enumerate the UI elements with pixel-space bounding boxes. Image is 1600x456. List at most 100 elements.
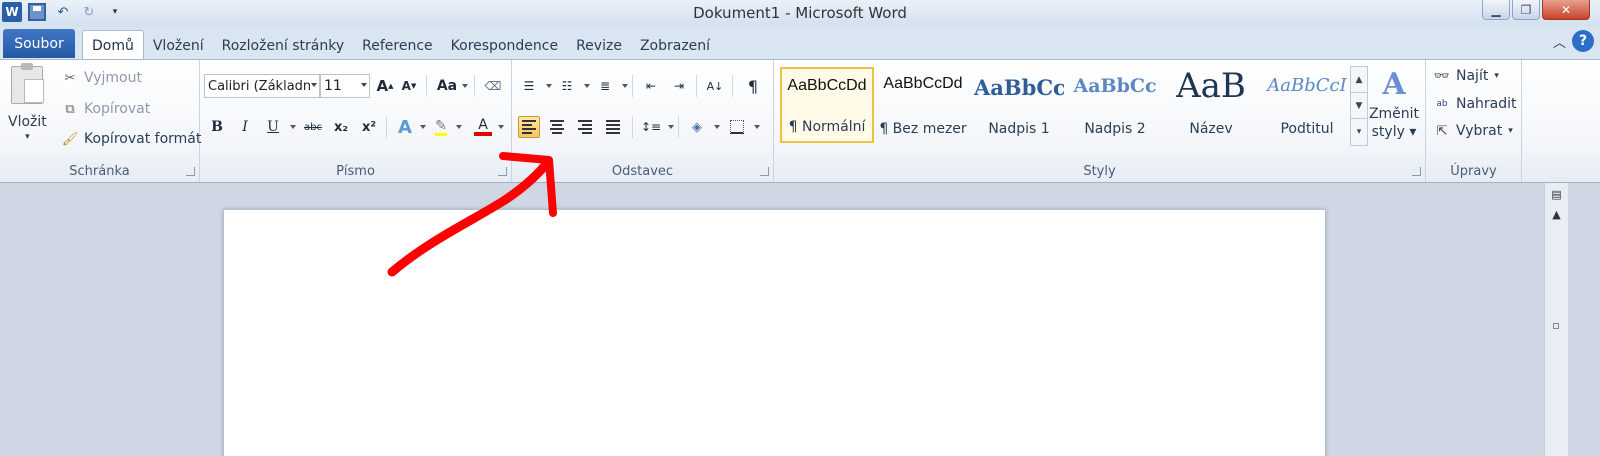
justify-button[interactable] xyxy=(602,116,624,138)
tab-review[interactable]: Revize xyxy=(567,32,631,60)
align-center-button[interactable] xyxy=(546,116,568,138)
font-color-swatch xyxy=(474,132,492,136)
eraser-icon: ⌫ xyxy=(484,79,502,93)
font-group-label: Písmo xyxy=(336,164,375,179)
help-button[interactable]: ? xyxy=(1572,30,1594,52)
change-styles-icon: A xyxy=(1382,67,1406,102)
replace-label: Nahradit xyxy=(1456,96,1517,112)
text-effects-button[interactable]: A xyxy=(394,116,416,138)
change-styles-button[interactable]: A Změnit styly ▾ xyxy=(1368,67,1420,141)
justify-icon xyxy=(606,120,620,134)
decrease-indent-button[interactable]: ⇤ xyxy=(640,75,662,97)
scroll-thumb[interactable] xyxy=(1553,323,1559,329)
shading-button[interactable]: ◈ xyxy=(686,116,708,138)
font-family-select[interactable]: Calibri (Základn xyxy=(204,74,320,98)
show-formatting-button[interactable]: ¶ xyxy=(742,75,764,97)
paragraph-group: ☰ ☷ ≣ ⇤ ⇥ A↓ ¶ ↕≡ ◈ Odstavec xyxy=(512,60,774,182)
increase-indent-icon: ⇥ xyxy=(673,79,685,93)
bold-button[interactable]: B xyxy=(206,116,228,138)
align-left-icon xyxy=(522,120,536,134)
copy-button[interactable]: ⧉ Kopírovat xyxy=(62,101,150,117)
restore-button[interactable]: ❐ xyxy=(1512,0,1540,20)
subscript-button[interactable]: x₂ xyxy=(330,116,352,138)
font-color-button[interactable]: A xyxy=(472,116,494,138)
tab-mailings[interactable]: Korespondence xyxy=(442,32,567,60)
replace-icon: ab xyxy=(1436,99,1448,109)
subscript-label: x₂ xyxy=(333,119,349,135)
line-spacing-button[interactable]: ↕≡ xyxy=(640,116,662,138)
ruler-toggle-icon[interactable]: ▤ xyxy=(1547,185,1567,203)
tab-view[interactable]: Zobrazení xyxy=(631,32,719,60)
window-controls: ▁ ❐ ✕ xyxy=(1482,0,1590,20)
chevron-down-icon: ▾ xyxy=(25,132,30,142)
minimize-button[interactable]: ▁ xyxy=(1482,0,1510,20)
ribbon-tabs: Soubor Domů Vložení Rozložení stránky Re… xyxy=(0,26,1600,61)
style-name: Název xyxy=(1189,121,1233,137)
style-preview: AaBbCc xyxy=(1073,75,1157,97)
style-no-spacing[interactable]: AaBbCcDd ¶ Bez mezer xyxy=(876,67,970,143)
superscript-label: x² xyxy=(361,119,377,135)
close-button[interactable]: ✕ xyxy=(1542,0,1590,20)
increase-indent-button[interactable]: ⇥ xyxy=(668,75,690,97)
grow-font-button[interactable]: A ▲ xyxy=(374,75,396,97)
minimize-ribbon-icon[interactable]: ︿ xyxy=(1553,32,1566,51)
style-preview: AaBbCc xyxy=(974,75,1064,100)
font-launcher-icon[interactable] xyxy=(498,167,507,176)
style-title[interactable]: AaB Název xyxy=(1164,67,1258,143)
copy-label: Kopírovat xyxy=(84,101,151,117)
borders-button[interactable] xyxy=(726,116,748,138)
clear-formatting-button[interactable]: ⌫ xyxy=(482,75,504,97)
tab-home[interactable]: Domů xyxy=(82,30,144,61)
bullets-button[interactable]: ☰ xyxy=(518,75,540,97)
right-margin xyxy=(1568,183,1600,456)
align-left-button[interactable] xyxy=(518,116,540,138)
tab-page-layout[interactable]: Rozložení stránky xyxy=(213,32,354,60)
title-bar: W ↶ ↻ ▾ Dokument1 - Microsoft Word ▁ ❐ ✕ xyxy=(0,0,1600,26)
tab-references[interactable]: Reference xyxy=(353,32,442,60)
underline-button[interactable]: U xyxy=(262,116,284,138)
sort-icon: A↓ xyxy=(706,79,724,93)
bold-label: B xyxy=(211,119,223,135)
gallery-more-button[interactable]: ▾ xyxy=(1351,119,1367,145)
sort-button[interactable]: A↓ xyxy=(704,75,726,97)
tab-insert[interactable]: Vložení xyxy=(144,32,213,60)
clipboard-launcher-icon[interactable] xyxy=(186,167,195,176)
paragraph-launcher-icon[interactable] xyxy=(760,167,769,176)
gallery-down-button[interactable]: ▼ xyxy=(1351,93,1367,119)
underline-label: U xyxy=(267,119,279,135)
highlight-button[interactable]: ✎ xyxy=(430,116,452,138)
style-name: ¶ Normální xyxy=(788,119,866,135)
styles-launcher-icon[interactable] xyxy=(1412,167,1421,176)
style-heading-1[interactable]: AaBbCc Nadpis 1 xyxy=(972,67,1066,143)
paste-icon xyxy=(11,63,45,104)
find-button[interactable]: 👓 Najít ▾ xyxy=(1434,68,1499,84)
select-button[interactable]: ⇱ Vybrat ▾ xyxy=(1434,123,1513,139)
paste-button[interactable]: Vložit ▾ xyxy=(8,63,47,142)
replace-button[interactable]: ab Nahradit xyxy=(1434,96,1517,112)
change-case-button[interactable]: Aa xyxy=(434,75,460,97)
format-painter-button[interactable]: 🖌 Kopírovat formát xyxy=(62,131,202,147)
multilevel-list-button[interactable]: ≣ xyxy=(594,75,616,97)
strikethrough-button[interactable]: abc xyxy=(300,116,326,138)
style-name: Podtitul xyxy=(1280,121,1334,137)
italic-button[interactable]: I xyxy=(234,116,256,138)
window-title: Dokument1 - Microsoft Word xyxy=(693,4,907,22)
tab-file[interactable]: Soubor xyxy=(3,29,75,58)
numbering-button[interactable]: ☷ xyxy=(556,75,578,97)
style-subtitle[interactable]: AaBbCcI Podtitul xyxy=(1260,67,1354,143)
cut-button[interactable]: ✂ Vyjmout xyxy=(62,70,142,86)
scroll-up-button[interactable]: ▲ xyxy=(1547,205,1567,223)
font-size-select[interactable]: 11 xyxy=(320,74,370,98)
change-case-label: Aa xyxy=(436,78,458,94)
style-normal[interactable]: AaBbCcDd ¶ Normální xyxy=(780,67,874,143)
document-page[interactable] xyxy=(223,209,1326,456)
shrink-font-button[interactable]: A ▼ xyxy=(398,75,420,97)
scissors-icon: ✂ xyxy=(64,70,76,86)
text-effects-label: A xyxy=(398,116,412,138)
style-heading-2[interactable]: AaBbCc Nadpis 2 xyxy=(1068,67,1162,143)
superscript-button[interactable]: x² xyxy=(358,116,380,138)
align-right-button[interactable] xyxy=(574,116,596,138)
vertical-scrollbar[interactable]: ▤ ▲ xyxy=(1544,183,1568,456)
font-color-label: A xyxy=(478,117,488,133)
gallery-up-button[interactable]: ▲ xyxy=(1351,67,1367,93)
